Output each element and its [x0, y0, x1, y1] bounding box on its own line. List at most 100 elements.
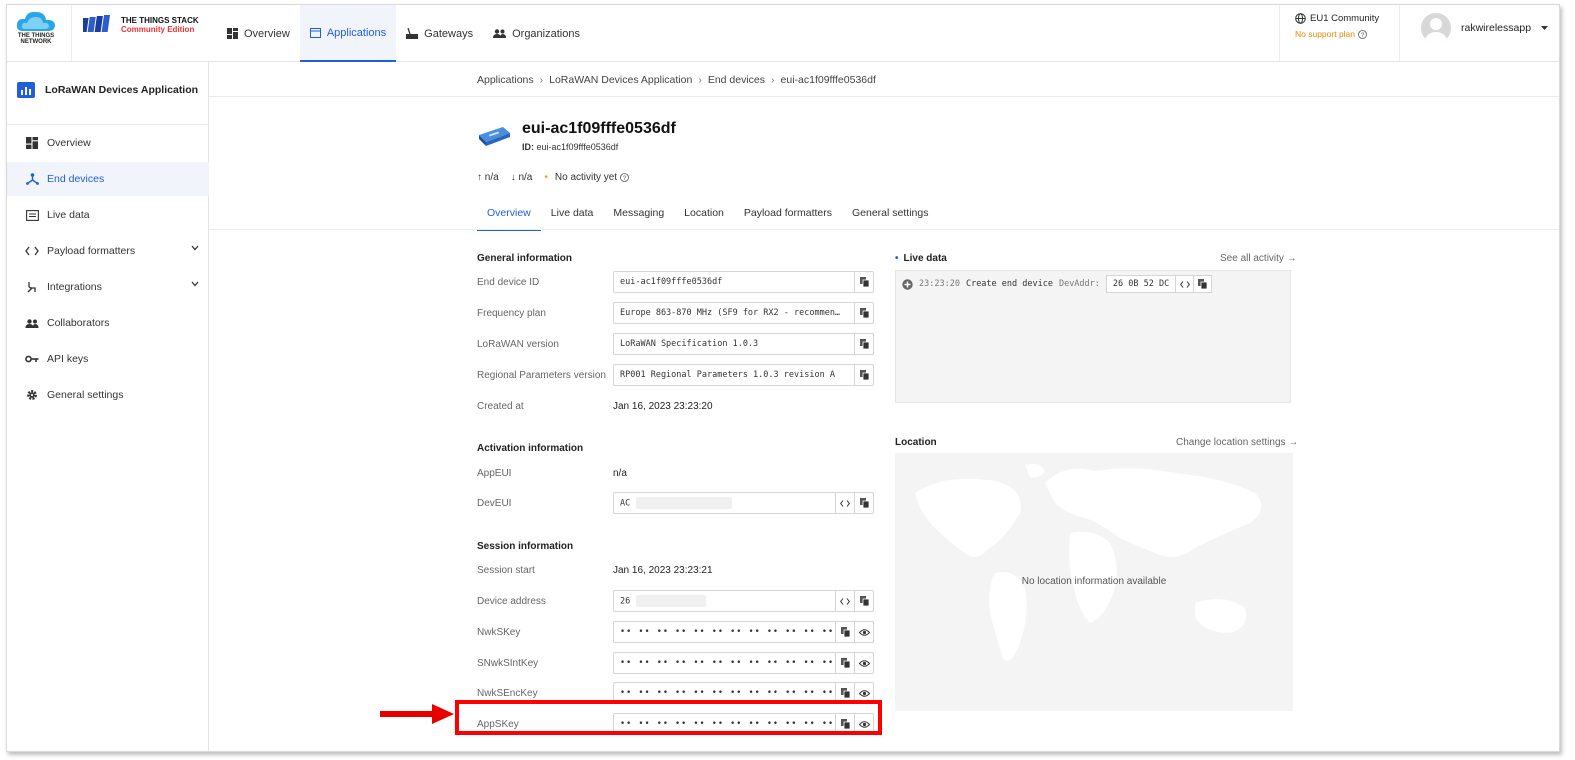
toggle-format-button[interactable]: [835, 591, 854, 611]
session-start-value: Jan 16, 2023 23:23:21: [613, 565, 713, 576]
no-location-message: No location information available: [1021, 576, 1167, 587]
divider: [1399, 5, 1400, 62]
lorawan-version-label: LoRaWAN version: [477, 339, 559, 350]
stack-logo[interactable]: THE THINGS STACK Community Edition: [80, 15, 199, 36]
copy-button[interactable]: [854, 591, 873, 611]
username: rakwirelessapp: [1461, 22, 1532, 34]
tab-messaging[interactable]: Messaging: [603, 196, 674, 231]
sidebar-item-payload-formatters[interactable]: Payload formatters: [7, 234, 209, 268]
frequency-plan-field[interactable]: Europe 863-870 MHz (SF9 for RX2 - recomm…: [613, 302, 874, 324]
nwkskey-field[interactable]: •• •• •• •• •• •• •• •• •• •• •• •• •• •…: [613, 621, 874, 643]
nwksenckey-label: NwkSEncKey: [477, 688, 538, 699]
regional-params-field[interactable]: RP001 Regional Parameters 1.0.3 revision…: [613, 364, 874, 386]
sidebar-item-label: API keys: [47, 353, 89, 365]
chevron-down-icon[interactable]: [191, 281, 199, 287]
tab-payload-formatters[interactable]: Payload formatters: [734, 196, 842, 231]
sidebar-item-api-keys[interactable]: API keys: [7, 342, 209, 376]
event-row[interactable]: 23:23:20 Create end device DevAddr: 26 0…: [902, 275, 1213, 293]
redacted-block: [636, 497, 733, 509]
divider: [71, 5, 72, 62]
show-key-button[interactable]: [854, 622, 873, 642]
nav-overview[interactable]: Overview: [217, 5, 300, 62]
applications-icon: [309, 27, 321, 38]
copy-button[interactable]: [854, 365, 873, 385]
nav-applications[interactable]: Applications: [299, 5, 397, 62]
eye-icon: [858, 689, 870, 697]
copy-button[interactable]: [854, 303, 873, 323]
help-icon[interactable]: ?: [1358, 29, 1367, 39]
sidebar-item-label: End devices: [47, 173, 105, 185]
caret-down-icon: [1541, 25, 1549, 30]
sidebar-item-label: Payload formatters: [47, 245, 136, 257]
nwksenckey-masked-value: •• •• •• •• •• •• •• •• •• •• •• •• •• •…: [620, 688, 835, 698]
dashboard-icon: [227, 28, 238, 39]
divider: [7, 124, 209, 125]
sidebar-item-label: Integrations: [47, 281, 102, 293]
stack-books-icon: [80, 15, 110, 32]
chevron-down-icon[interactable]: [191, 245, 199, 251]
device-icon: [479, 127, 510, 146]
nav-gateways-label: Gateways: [424, 27, 474, 40]
device-address-field[interactable]: 26: [613, 590, 874, 612]
event-time: 23:23:20: [919, 279, 960, 289]
snwksintkey-field[interactable]: •• •• •• •• •• •• •• •• •• •• •• •• •• •…: [613, 652, 874, 674]
sidebar-item-live-data[interactable]: Live data: [7, 198, 209, 232]
copy-button[interactable]: [854, 334, 873, 354]
copy-button[interactable]: [1193, 276, 1211, 292]
sidebar-app-title[interactable]: LoRaWAN Devices Application: [17, 82, 198, 98]
copy-button[interactable]: [854, 272, 873, 292]
copy-button[interactable]: [835, 653, 854, 673]
ttn-logo[interactable]: THE THINGS NETWORK: [15, 9, 57, 55]
copy-icon: [840, 688, 850, 698]
snwksintkey-label: SNwkSIntKey: [477, 658, 539, 669]
nwkskey-label: NwkSKey: [477, 627, 521, 638]
code-icon: [23, 246, 41, 256]
device-address-value: 26: [620, 596, 631, 607]
event-devaddr-field[interactable]: 26 0B 52 DC: [1105, 275, 1213, 293]
breadcrumb-end-devices[interactable]: End devices: [708, 74, 765, 86]
toggle-format-button[interactable]: [835, 493, 854, 513]
activation-info-title: Activation information: [477, 443, 584, 454]
sidebar-item-end-devices[interactable]: End devices: [7, 162, 209, 196]
eye-icon: [858, 628, 870, 636]
end-device-id-field[interactable]: eui-ac1f09fffe0536df: [613, 271, 874, 293]
user-menu[interactable]: rakwirelessapp: [1421, 13, 1549, 43]
help-icon[interactable]: ?: [620, 173, 630, 182]
show-key-button[interactable]: [854, 653, 873, 673]
breadcrumb-application[interactable]: LoRaWAN Devices Application: [549, 74, 692, 86]
device-id-value: eui-ac1f09fffe0536df: [536, 142, 619, 152]
redacted-block: [636, 595, 707, 607]
sidebar-item-general-settings[interactable]: General settings: [7, 378, 209, 412]
sidebar-item-overview[interactable]: Overview: [7, 126, 209, 160]
copy-button[interactable]: [854, 493, 873, 513]
nav-organizations[interactable]: Organizations: [483, 5, 590, 62]
region-info[interactable]: EU1 Community No support plan ?: [1295, 13, 1379, 39]
globe-icon: [1295, 13, 1306, 24]
deveui-field[interactable]: AC: [613, 492, 874, 514]
copy-icon: [859, 498, 869, 508]
tab-overview[interactable]: Overview: [477, 196, 541, 231]
see-all-activity-link[interactable]: See all activity →: [1220, 253, 1297, 264]
breadcrumb: Applications › LoRaWAN Devices Applicati…: [477, 74, 876, 86]
lorawan-version-field[interactable]: LoRaWAN Specification 1.0.3: [613, 333, 874, 355]
tab-location[interactable]: Location: [674, 196, 734, 231]
dashboard-icon: [23, 137, 41, 149]
change-location-link[interactable]: Change location settings →: [1176, 437, 1298, 448]
tab-general-settings[interactable]: General settings: [842, 196, 938, 231]
sidebar-item-integrations[interactable]: Integrations: [7, 270, 209, 304]
nav-applications-label: Applications: [326, 26, 387, 39]
nav-gateways[interactable]: Gateways: [396, 5, 483, 62]
toggle-format-button[interactable]: [1175, 276, 1193, 292]
location-title: Location: [895, 437, 937, 448]
device-address-label: Device address: [477, 596, 546, 607]
breadcrumb-applications[interactable]: Applications: [477, 74, 534, 86]
location-map[interactable]: No location information available: [895, 453, 1293, 711]
sidebar-item-collaborators[interactable]: Collaborators: [7, 306, 209, 340]
cloud-icon: [16, 11, 55, 31]
people-icon: [23, 318, 41, 328]
nwkskey-masked-value: •• •• •• •• •• •• •• •• •• •• •• •• •• •…: [620, 627, 835, 637]
device-id-label: ID:: [522, 142, 534, 152]
tab-live-data[interactable]: Live data: [541, 196, 604, 231]
copy-button[interactable]: [835, 622, 854, 642]
event-text: Create end device: [965, 279, 1053, 289]
